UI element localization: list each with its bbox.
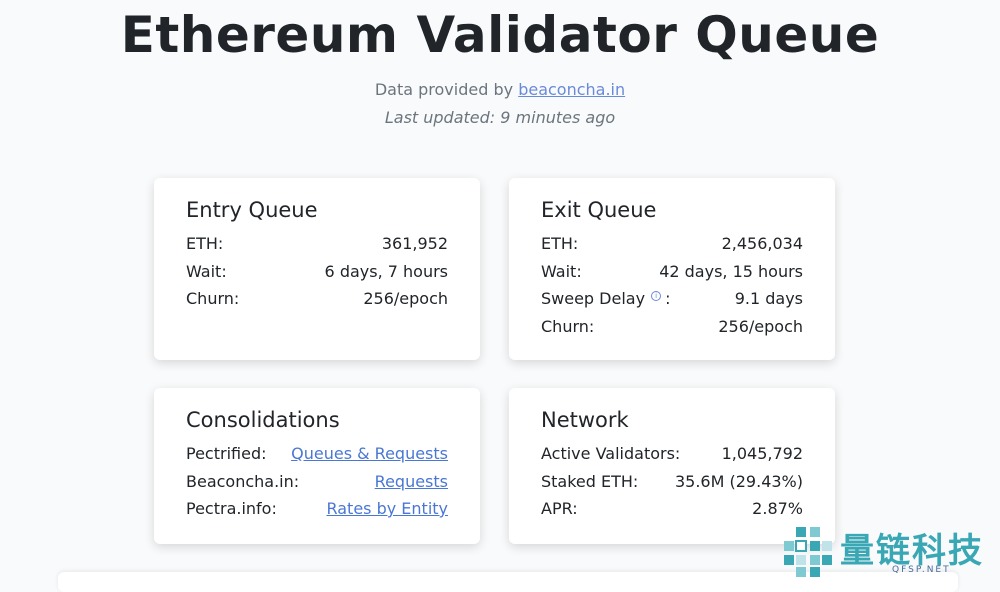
pectra-info-label: Pectra.info: (186, 499, 277, 518)
entry-queue-card: Entry Queue ETH: 361,952 Wait: 6 days, 7… (154, 178, 480, 360)
provided-by-label: Data provided by (374, 80, 514, 99)
beaconchain-link[interactable]: beaconcha.in (518, 80, 625, 99)
requests-link[interactable]: Requests (375, 468, 448, 496)
exit-sweep-delay-label: Sweep Delay (541, 289, 646, 308)
apr-row: APR: 2.87% (541, 495, 803, 523)
staked-eth-value: 35.6M (29.43%) (674, 471, 803, 491)
exit-sweep-delay-row: Sweep Delay i: 9.1 days (541, 285, 803, 313)
apr-value: 2.87% (752, 499, 803, 518)
entry-churn-label: Churn: (186, 289, 240, 308)
rates-by-entity-link[interactable]: Rates by Entity (326, 495, 448, 523)
page-title: Ethereum Validator Queue (120, 6, 880, 64)
exit-churn-value: 256/epoch (718, 316, 803, 336)
entry-churn-row: Churn: 256/epoch (186, 285, 448, 313)
entry-wait-label: Wait: (186, 261, 227, 281)
exit-sweep-delay-colon: : (665, 289, 671, 308)
entry-eth-value: 361,952 (381, 234, 448, 253)
qfsp-logo-icon (784, 527, 832, 577)
entry-queue-title: Entry Queue (186, 198, 318, 222)
exit-wait-label: Wait: (541, 261, 582, 281)
entry-eth-label: ETH: (186, 234, 224, 253)
staked-eth-row: Staked ETH: 35.6M (29.43%) (541, 468, 803, 496)
entry-wait-row: Wait: 6 days, 7 hours (186, 258, 448, 286)
exit-churn-row: Churn: 256/epoch (541, 313, 803, 341)
apr-label: APR: (541, 499, 578, 518)
info-circle-icon[interactable]: i (651, 291, 662, 301)
exit-sweep-delay-label-group: Sweep Delay i: (541, 285, 670, 313)
exit-wait-value: 42 days, 15 hours (659, 261, 803, 281)
exit-eth-label: ETH: (541, 234, 579, 253)
network-title: Network (541, 408, 629, 432)
consolidations-card: Consolidations Pectrified: Queues & Requ… (154, 388, 480, 544)
beaconchain-label: Beaconcha.in: (186, 471, 300, 491)
pectra-info-row: Pectra.info: Rates by Entity (186, 495, 448, 523)
watermark: 量链科技 QFSP.NET (780, 521, 1000, 581)
active-validators-value: 1,045,792 (721, 444, 803, 463)
exit-churn-label: Churn: (541, 316, 595, 336)
entry-churn-value: 256/epoch (363, 289, 448, 308)
active-validators-label: Active Validators: (541, 444, 681, 463)
entry-eth-row: ETH: 361,952 (186, 230, 448, 258)
last-updated-text: Last updated: 9 minutes ago (384, 108, 616, 127)
staked-eth-label: Staked ETH: (541, 471, 639, 491)
data-provider-line: Data provided by beaconcha.in (0, 80, 1000, 99)
exit-wait-row: Wait: 42 days, 15 hours (541, 258, 803, 286)
watermark-subtext: QFSP.NET (892, 565, 951, 575)
exit-queue-card: Exit Queue ETH: 2,456,034 Wait: 42 days,… (509, 178, 835, 360)
beaconchain-row: Beaconcha.in: Requests (186, 468, 448, 496)
entry-wait-value: 6 days, 7 hours (324, 261, 448, 281)
exit-eth-row: ETH: 2,456,034 (541, 230, 803, 258)
exit-sweep-delay-value: 9.1 days (734, 289, 803, 308)
exit-queue-title: Exit Queue (541, 198, 657, 222)
consolidations-title: Consolidations (186, 408, 340, 432)
exit-eth-value: 2,456,034 (721, 234, 803, 253)
queues-requests-link[interactable]: Queues & Requests (291, 440, 448, 468)
active-validators-row: Active Validators: 1,045,792 (541, 440, 803, 468)
pectrified-row: Pectrified: Queues & Requests (186, 440, 448, 468)
pectrified-label: Pectrified: (186, 444, 267, 463)
